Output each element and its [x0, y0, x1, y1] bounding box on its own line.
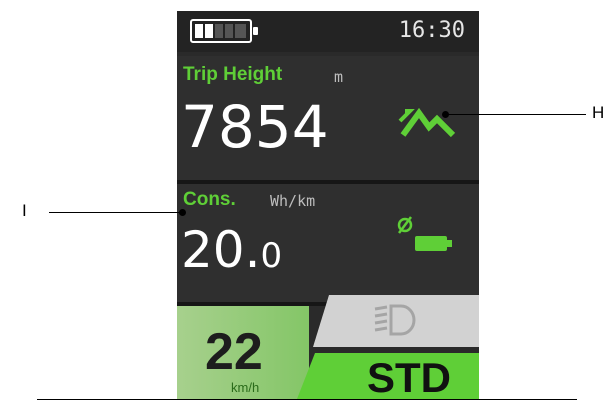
mountain-icon — [398, 107, 456, 138]
battery-cell-1 — [195, 24, 203, 38]
light-button[interactable] — [307, 295, 479, 351]
status-bar: 16:30 — [177, 11, 479, 52]
battery-cell-4 — [225, 24, 233, 38]
trip-height-panel[interactable]: Trip Height m 7854 — [177, 56, 479, 180]
battery-cell-2 — [205, 24, 213, 38]
consumption-panel[interactable]: Cons. Wh/km 20.0 — [177, 184, 479, 302]
battery-icon — [190, 19, 258, 43]
callout-i-dot — [179, 209, 186, 216]
battery-consumption-icon — [397, 216, 452, 251]
callout-h-dot — [442, 111, 449, 118]
assist-mode-button[interactable]: STD — [297, 349, 479, 399]
callout-h-line — [446, 114, 586, 115]
consumption-value-decimal: 0 — [260, 236, 283, 276]
headlight-icon — [374, 304, 416, 336]
trip-height-unit: m — [334, 68, 344, 86]
callout-i-label: I — [22, 201, 27, 220]
assist-mode-label: STD — [367, 354, 451, 399]
consumption-label: Cons. — [183, 189, 236, 210]
callout-i-line — [49, 212, 182, 213]
trip-height-label: Trip Height — [183, 64, 283, 85]
consumption-value-main: 20. — [181, 221, 261, 279]
speed-unit: km/h — [231, 380, 260, 395]
display-screen: 16:30 Trip Height m 7854 Cons. Wh/km 20.… — [177, 11, 479, 399]
baseline-rule — [37, 399, 577, 400]
consumption-unit: Wh/km — [270, 192, 316, 210]
speed-value: 22 — [205, 323, 263, 381]
callout-h-label: H — [592, 103, 605, 122]
clock-time: 16:30 — [398, 18, 465, 43]
battery-cell-5 — [235, 24, 246, 38]
speed-display: 22 km/h — [177, 306, 309, 399]
battery-cell-3 — [215, 24, 223, 38]
trip-height-value: 7854 — [181, 93, 329, 161]
consumption-value: 20.0 — [181, 225, 282, 275]
battery-cap — [253, 27, 258, 35]
